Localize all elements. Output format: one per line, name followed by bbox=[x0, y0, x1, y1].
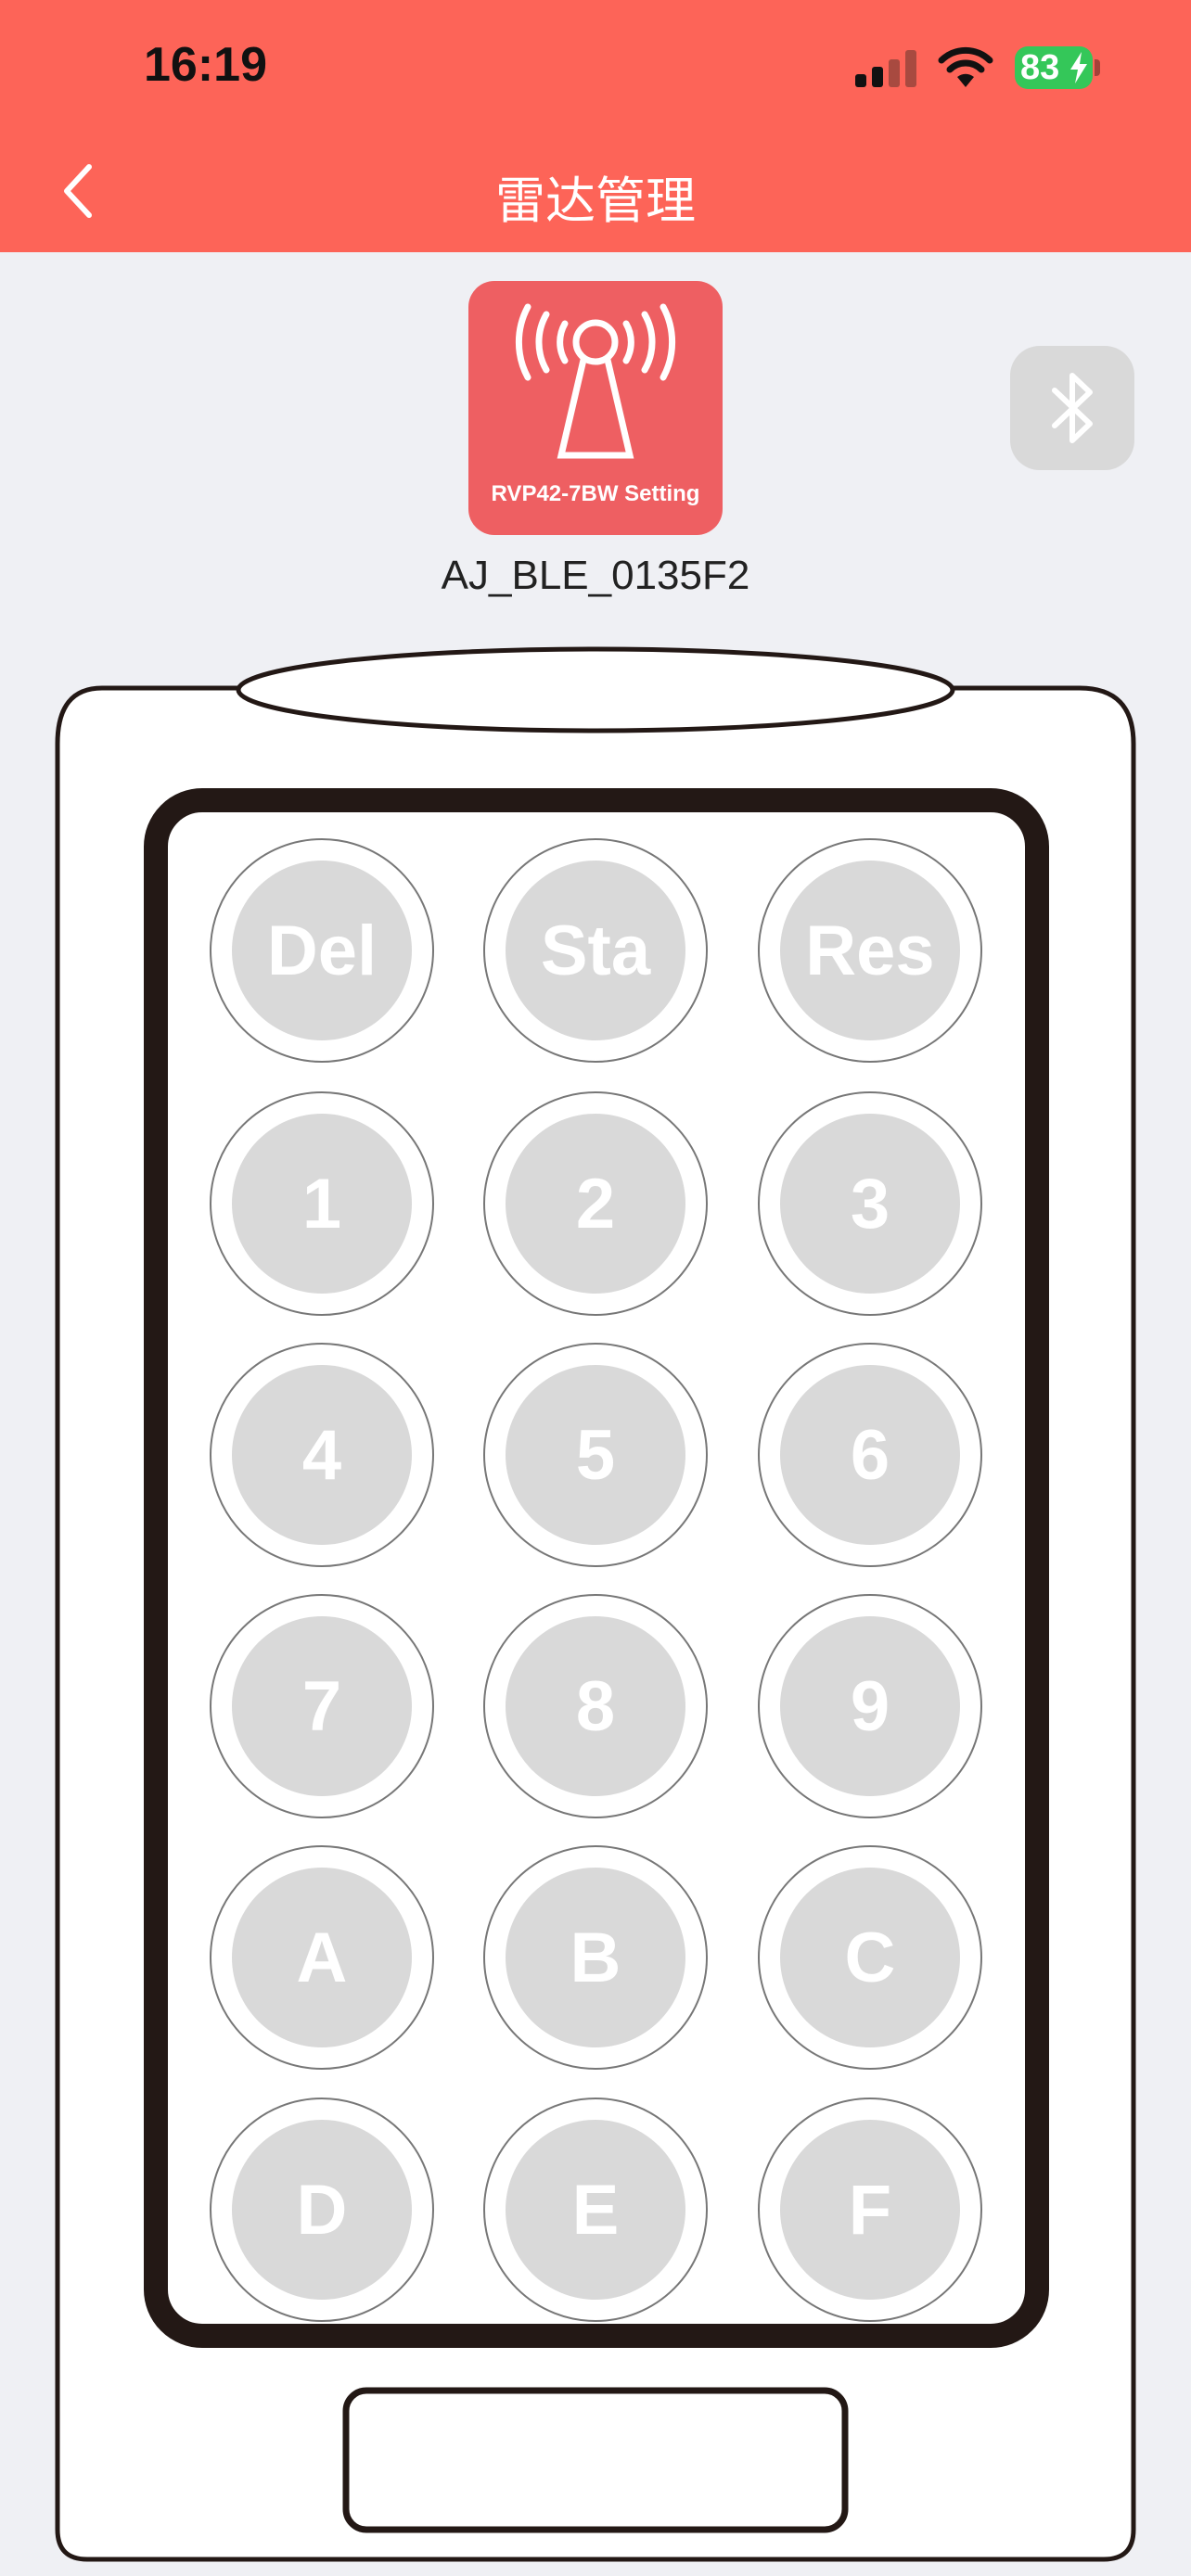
key-d[interactable]: D bbox=[210, 2098, 434, 2322]
key-del[interactable]: Del bbox=[210, 838, 434, 1063]
key-sta[interactable]: Sta bbox=[483, 838, 708, 1063]
key-7[interactable]: 7 bbox=[210, 1594, 434, 1818]
device-tile[interactable]: RVP42-7BW Setting bbox=[468, 281, 723, 535]
key-b[interactable]: B bbox=[483, 1845, 708, 2070]
key-4[interactable]: 4 bbox=[210, 1343, 434, 1567]
battery-nub bbox=[1095, 59, 1100, 76]
key-5[interactable]: 5 bbox=[483, 1343, 708, 1567]
key-res[interactable]: Res bbox=[758, 838, 982, 1063]
battery-icon: 83 bbox=[1015, 46, 1093, 89]
page-title: 雷达管理 bbox=[495, 172, 696, 230]
signal-icon bbox=[855, 50, 916, 87]
key-c[interactable]: C bbox=[758, 1845, 982, 2070]
key-2[interactable]: 2 bbox=[483, 1091, 708, 1316]
key-6[interactable]: 6 bbox=[758, 1343, 982, 1567]
navigation-header: 16:19 83 雷达管理 bbox=[0, 0, 1191, 252]
charging-bolt-icon bbox=[1070, 52, 1087, 83]
status-time: 16:19 bbox=[144, 38, 267, 92]
bluetooth-button[interactable] bbox=[1010, 346, 1134, 470]
key-a[interactable]: A bbox=[210, 1845, 434, 2070]
battery-level: 83 bbox=[1020, 47, 1060, 87]
key-e[interactable]: E bbox=[483, 2098, 708, 2322]
key-9[interactable]: 9 bbox=[758, 1594, 982, 1818]
device-tile-label: RVP42-7BW Setting bbox=[491, 481, 700, 506]
key-3[interactable]: 3 bbox=[758, 1091, 982, 1316]
key-8[interactable]: 8 bbox=[483, 1594, 708, 1818]
bluetooth-icon bbox=[1052, 373, 1093, 443]
wifi-icon bbox=[938, 46, 993, 87]
key-1[interactable]: 1 bbox=[210, 1091, 434, 1316]
key-f[interactable]: F bbox=[758, 2098, 982, 2322]
device-name: AJ_BLE_0135F2 bbox=[441, 553, 750, 598]
